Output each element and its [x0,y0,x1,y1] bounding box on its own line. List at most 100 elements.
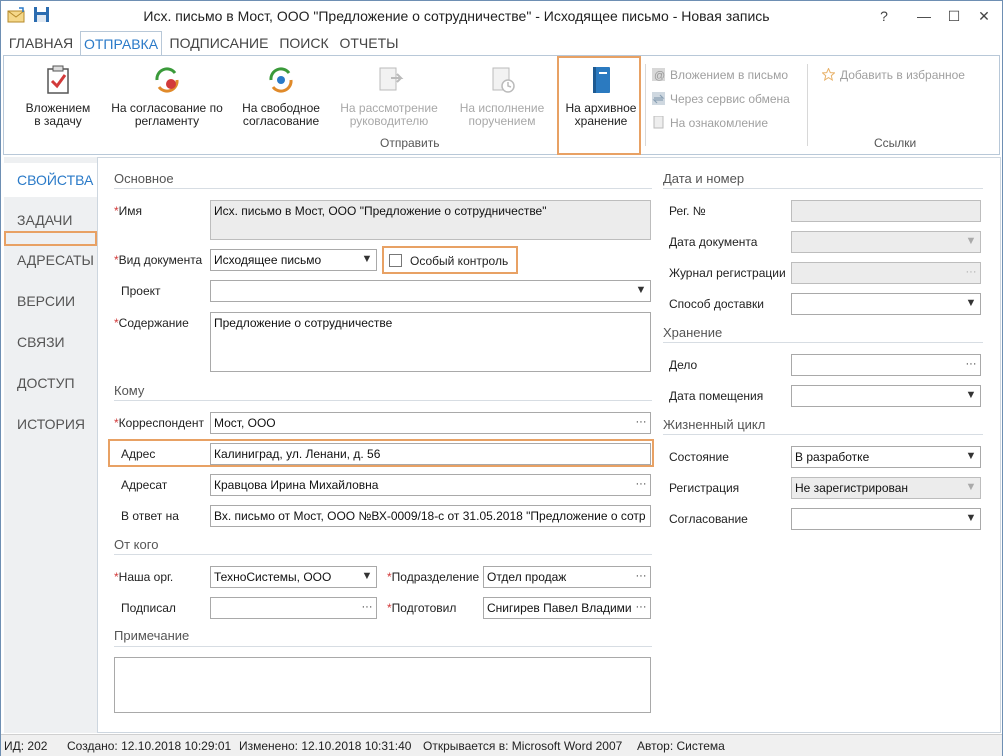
prepared-label: *Подготовил [387,601,456,615]
chevron-down-icon[interactable]: ▼ [962,294,980,314]
chevron-down-icon[interactable]: ▼ [632,281,650,301]
ellipsis-icon[interactable]: ··· [962,355,980,375]
ribbon-tabs: ГЛАВНАЯ ОТПРАВКА ПОДПИСАНИЕ ПОИСК ОТЧЕТЫ [1,31,1002,55]
nav-links[interactable]: СВЯЗИ [4,325,97,359]
dept-field[interactable]: Отдел продаж ··· [483,566,651,588]
maximize-button[interactable]: ☐ [939,4,969,28]
delivery-label: Способ доставки [669,297,764,311]
doctype-label: *Вид документа [114,253,202,267]
execution-label: На исполнение поручением [459,101,545,128]
title-bar: Исх. письмо в Мост, ООО "Предложение о с… [1,1,1002,31]
doctype-select[interactable]: Исходящее письмо ▼ [210,249,377,271]
close-button[interactable]: ✕ [969,4,999,28]
exchange-service-label: Через сервис обмена [670,92,790,106]
minimize-button[interactable]: — [909,4,939,28]
svg-text:@: @ [654,70,665,81]
section-divider [663,434,983,435]
doctype-value: Исходящее письмо [214,253,322,267]
org-select[interactable]: ТехноСистемы, ООО ▼ [210,566,377,588]
journal-field[interactable]: ··· [791,262,981,284]
delivery-select[interactable]: ▼ [791,293,981,315]
case-field[interactable]: ··· [791,354,981,376]
status-author: Автор: Система [637,739,725,753]
addressee-label: Адресат [121,478,168,492]
name-field[interactable]: Исх. письмо в Мост, ООО "Предложение о с… [210,200,651,240]
placement-date-select[interactable]: ▼ [791,385,981,407]
nav-properties[interactable]: СВОЙСТВА [4,163,97,197]
journal-label: Журнал регистрации [669,266,786,280]
dept-label: *Подразделение [387,570,479,584]
nav-access[interactable]: ДОСТУП [4,366,97,400]
manager-review-button[interactable]: На рассмотрение руководителю [336,64,442,128]
chevron-down-icon[interactable]: ▼ [962,386,980,406]
reply-to-field[interactable]: Вх. письмо от Мост, ООО №ВХ-0009/18-с от… [210,505,651,527]
content-label: *Содержание [114,316,189,330]
regulation-approval-button[interactable]: На согласование по регламенту [108,64,226,128]
document-clock-icon [492,67,515,93]
prepared-value: Снигирев Павел Владимир [487,601,639,615]
tab-home[interactable]: ГЛАВНАЯ [5,31,77,55]
chevron-down-icon[interactable]: ▼ [962,232,980,252]
address-field[interactable]: Калиниград, ул. Ленани, д. 56 [210,443,651,465]
help-button[interactable]: ? [869,4,899,28]
docdate-field[interactable]: ▼ [791,231,981,253]
content-field[interactable]: Предложение о сотрудничестве [210,312,651,372]
chevron-down-icon[interactable]: ▼ [962,447,980,467]
special-control-label: Особый контроль [410,254,509,268]
links-group-label: Ссылки [874,136,917,150]
attach-to-task-button[interactable]: Вложением в задачу [18,64,98,128]
tab-send[interactable]: ОТПРАВКА [80,31,162,55]
ellipsis-icon[interactable]: ··· [632,598,650,618]
execution-button[interactable]: На исполнение поручением [454,64,550,128]
correspondent-field[interactable]: Мост, ООО ··· [210,412,651,434]
tab-reports[interactable]: ОТЧЕТЫ [337,31,401,55]
state-select[interactable]: В разработке ▼ [791,446,981,468]
ellipsis-icon[interactable]: ··· [632,413,650,433]
nav-versions[interactable]: ВЕРСИИ [4,284,97,318]
approval-select[interactable]: ▼ [791,508,981,530]
chevron-down-icon[interactable]: ▼ [962,478,980,498]
addressee-field[interactable]: Кравцова Ирина Михайловна ··· [210,474,651,496]
document-small-icon [653,116,664,129]
ellipsis-icon[interactable]: ··· [632,567,650,587]
ellipsis-icon[interactable]: ··· [632,475,650,495]
prepared-field[interactable]: Снигирев Павел Владимир ··· [483,597,651,619]
note-field[interactable] [114,657,651,713]
registration-value: Не зарегистрирован [795,481,909,495]
nav-history[interactable]: ИСТОРИЯ [4,407,97,441]
chevron-down-icon[interactable]: ▼ [358,250,376,270]
regno-field[interactable] [791,200,981,222]
star-icon [822,68,835,81]
ribbon-separator [645,64,646,146]
task-checklist-icon [47,65,69,94]
attach-letter-command[interactable]: @ Вложением в письмо [652,66,788,84]
exchange-service-command[interactable]: Через сервис обмена [652,90,790,108]
registration-select[interactable]: Не зарегистрирован ▼ [791,477,981,499]
signed-label: Подписал [121,601,176,615]
dept-label-text: Подразделение [391,570,480,584]
chevron-down-icon[interactable]: ▼ [962,509,980,529]
free-approval-button[interactable]: На свободное согласование [238,64,324,128]
section-divider [114,188,652,189]
section-to-title: Кому [114,383,145,398]
dept-value: Отдел продаж [487,570,567,584]
acquaint-command[interactable]: На ознакомление [652,114,768,132]
ellipsis-icon[interactable]: ··· [358,598,376,618]
ellipsis-icon[interactable]: ··· [962,263,980,283]
status-opens-in: Открывается в: Microsoft Word 2007 [423,739,623,753]
name-label: *Имя [114,204,142,218]
add-favorite-command[interactable]: Добавить в избранное [822,66,965,84]
special-control-checkbox[interactable] [389,254,402,267]
signed-field[interactable]: ··· [210,597,377,619]
chevron-down-icon[interactable]: ▼ [358,567,376,587]
tab-search[interactable]: ПОИСК [275,31,333,55]
nav-addressees[interactable]: АДРЕСАТЫ [4,243,97,277]
tasks-highlight [4,231,97,246]
state-value: В разработке [795,450,870,464]
tab-signing[interactable]: ПОДПИСАНИЕ [166,31,272,55]
doctype-label-text: Вид документа [118,253,203,267]
acquaint-label: На ознакомление [670,116,769,130]
prepared-label-text: Подготовил [391,601,457,615]
org-value: ТехноСистемы, ООО [214,570,332,584]
project-select[interactable]: ▼ [210,280,651,302]
